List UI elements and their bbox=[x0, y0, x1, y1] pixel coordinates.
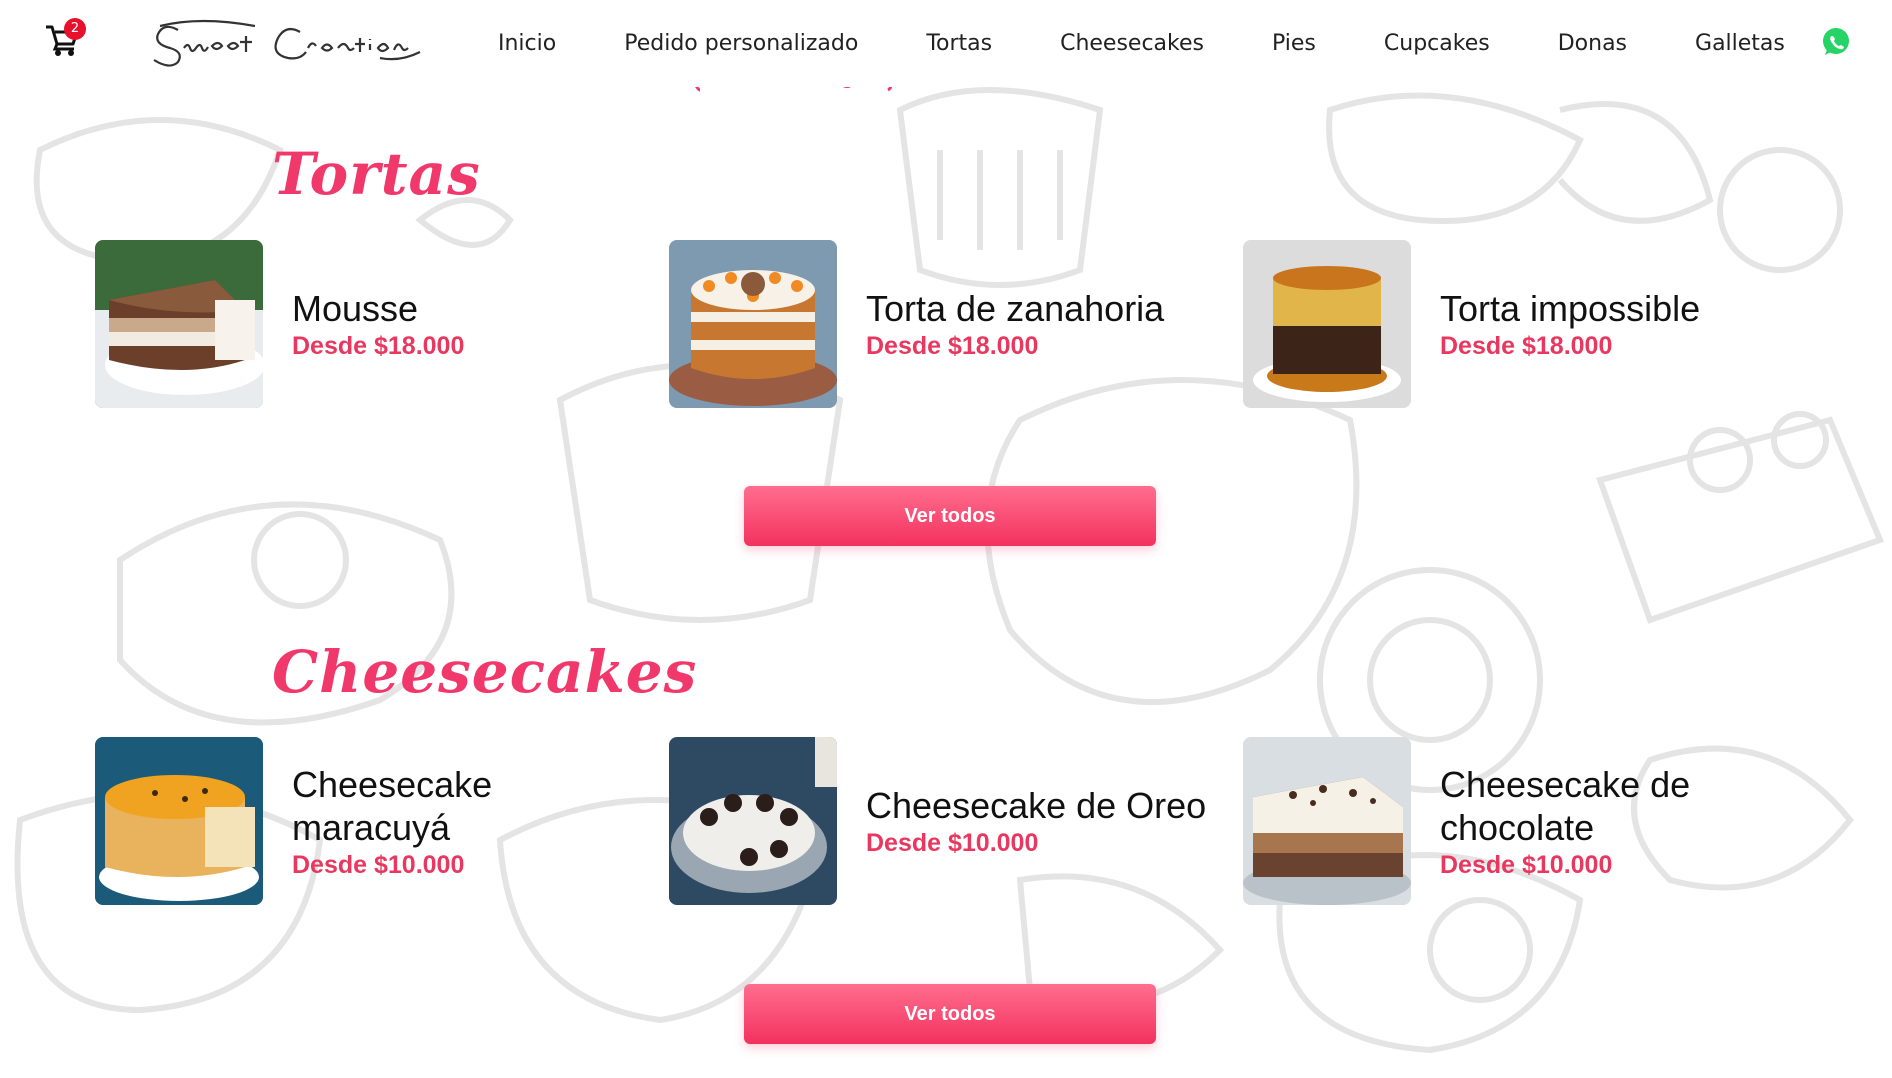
product-name: Cheesecake de chocolate bbox=[1440, 763, 1691, 848]
product-info: Cheesecake de Oreo Desde $10.000 bbox=[866, 784, 1206, 858]
nav-links: Inicio Pedido personalizado Tortas Chees… bbox=[498, 0, 1785, 87]
product-info: Mousse Desde $18.000 bbox=[292, 287, 464, 361]
nav-galletas[interactable]: Galletas bbox=[1695, 31, 1785, 56]
product-card[interactable]: Cheesecake maracuyá Desde $10.000 bbox=[95, 737, 655, 905]
section-title-tortas: Tortas bbox=[272, 140, 481, 208]
product-card[interactable]: Torta impossible Desde $18.000 bbox=[1243, 240, 1803, 408]
tortas-product-list: Mousse Desde $18.000 Torta de zanahoria … bbox=[95, 240, 1855, 408]
product-name: Mousse bbox=[292, 288, 419, 329]
product-image-torta-de-zanahoria bbox=[669, 240, 837, 408]
product-price: Desde $18.000 bbox=[866, 332, 1039, 360]
nav-pedido-personalizado[interactable]: Pedido personalizado bbox=[624, 31, 858, 56]
product-name: Cheesecake maracuyá bbox=[292, 763, 493, 848]
page: 2 Inicio Pedido personalizado Tortas Che… bbox=[0, 0, 1892, 1078]
product-image-cheesecake-de-chocolate bbox=[1243, 737, 1411, 905]
ver-todos-cheesecakes-button[interactable]: Ver todos bbox=[744, 984, 1156, 1044]
section-title-cheesecakes: Cheesecakes bbox=[272, 638, 698, 706]
whatsapp-icon[interactable] bbox=[1820, 26, 1852, 58]
product-image-mousse bbox=[95, 240, 263, 408]
product-price: Desde $18.000 bbox=[1440, 332, 1613, 360]
product-info: Torta de zanahoria Desde $18.000 bbox=[866, 287, 1164, 361]
product-name: Torta de zanahoria bbox=[866, 288, 1165, 329]
nav-pies[interactable]: Pies bbox=[1272, 31, 1316, 56]
cart-count-badge: 2 bbox=[64, 18, 86, 40]
cheesecakes-product-list: Cheesecake maracuyá Desde $10.000 Cheese… bbox=[95, 737, 1855, 905]
main-navbar: 2 Inicio Pedido personalizado Tortas Che… bbox=[0, 0, 1892, 87]
product-card[interactable]: Cheesecake de Oreo Desde $10.000 bbox=[669, 737, 1229, 905]
cart-button[interactable]: 2 bbox=[44, 18, 86, 62]
product-price: Desde $18.000 bbox=[292, 332, 465, 360]
nav-cupcakes[interactable]: Cupcakes bbox=[1384, 31, 1490, 56]
product-image-torta-impossible bbox=[1243, 240, 1411, 408]
brand-logo[interactable] bbox=[150, 18, 425, 68]
product-info: Torta impossible Desde $18.000 bbox=[1440, 287, 1700, 361]
product-name: Cheesecake de Oreo bbox=[866, 785, 1207, 826]
nav-tortas[interactable]: Tortas bbox=[926, 31, 992, 56]
product-price: Desde $10.000 bbox=[866, 829, 1039, 857]
product-name: Torta impossible bbox=[1440, 288, 1701, 329]
nav-inicio[interactable]: Inicio bbox=[498, 31, 556, 56]
nav-cheesecakes[interactable]: Cheesecakes bbox=[1060, 31, 1204, 56]
product-card[interactable]: Torta de zanahoria Desde $18.000 bbox=[669, 240, 1229, 408]
nav-donas[interactable]: Donas bbox=[1558, 31, 1627, 56]
product-price: Desde $10.000 bbox=[292, 850, 465, 879]
ver-todos-tortas-button[interactable]: Ver todos bbox=[744, 486, 1156, 546]
product-info: Cheesecake de chocolate Desde $10.000 bbox=[1440, 763, 1700, 880]
product-image-cheesecake-de-oreo bbox=[669, 737, 837, 905]
product-card[interactable]: Cheesecake de chocolate Desde $10.000 bbox=[1243, 737, 1803, 905]
product-card[interactable]: Mousse Desde $18.000 bbox=[95, 240, 655, 408]
product-price: Desde $10.000 bbox=[1440, 850, 1613, 879]
product-image-cheesecake-maracuya bbox=[95, 737, 263, 905]
product-info: Cheesecake maracuyá Desde $10.000 bbox=[292, 763, 522, 880]
